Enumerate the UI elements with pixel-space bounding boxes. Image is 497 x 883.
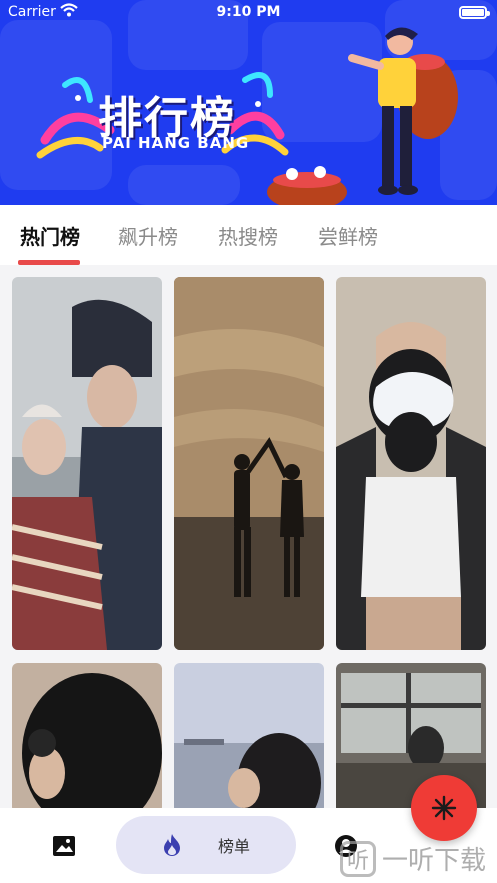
image-icon [53,835,75,856]
tab-trending-search[interactable]: 热搜榜 [218,221,278,251]
nav-ranking-label: 榜单 [217,837,250,856]
tab-rising[interactable]: 飙升榜 [118,221,178,251]
tab-new[interactable]: 尝鲜榜 [318,221,378,251]
woman-scrunchie-photo [336,277,486,650]
app-root: 排行榜 PAI HANG BANG Carrier 9:10 PM 热门榜 飙升… [0,0,497,883]
photo-card-seaside[interactable] [174,663,324,810]
couple-beach-sunset-photo [174,277,324,650]
photo-card-dark-hair[interactable] [12,663,162,810]
woman-dark-hair-photo [12,663,162,810]
couple-winter-photo [12,277,162,650]
snowflake-icon [431,795,457,821]
banner-basket-illustration [267,166,347,205]
photo-grid [0,265,497,810]
photo-card-scrunchie[interactable] [336,277,486,650]
ranking-banner: 排行榜 PAI HANG BANG Carrier 9:10 PM [0,0,497,205]
photo-card-beach-sunset[interactable] [174,277,324,650]
photo-card-couple-winter[interactable] [12,277,162,650]
woman-seaside-photo [174,663,324,810]
banner-bg-tile [128,165,240,205]
nav-ranking-button[interactable]: 榜单 [116,816,296,874]
battery-icon [459,6,490,19]
watermark-logo-icon: 听 [340,840,376,877]
floating-action-button[interactable] [411,775,477,841]
flame-icon [163,834,180,856]
watermark: 听 一听下载 [340,840,486,877]
watermark-text: 一听下载 [382,846,487,876]
status-bar: Carrier 9:10 PM [0,0,497,26]
status-time: 9:10 PM [216,4,281,20]
ranking-tabs: 热门榜 飙升榜 热搜榜 尝鲜榜 [0,205,497,265]
banner-subtitle: PAI HANG BANG [102,134,250,152]
tab-hot[interactable]: 热门榜 [20,221,80,251]
nav-gallery-button[interactable] [40,808,88,883]
